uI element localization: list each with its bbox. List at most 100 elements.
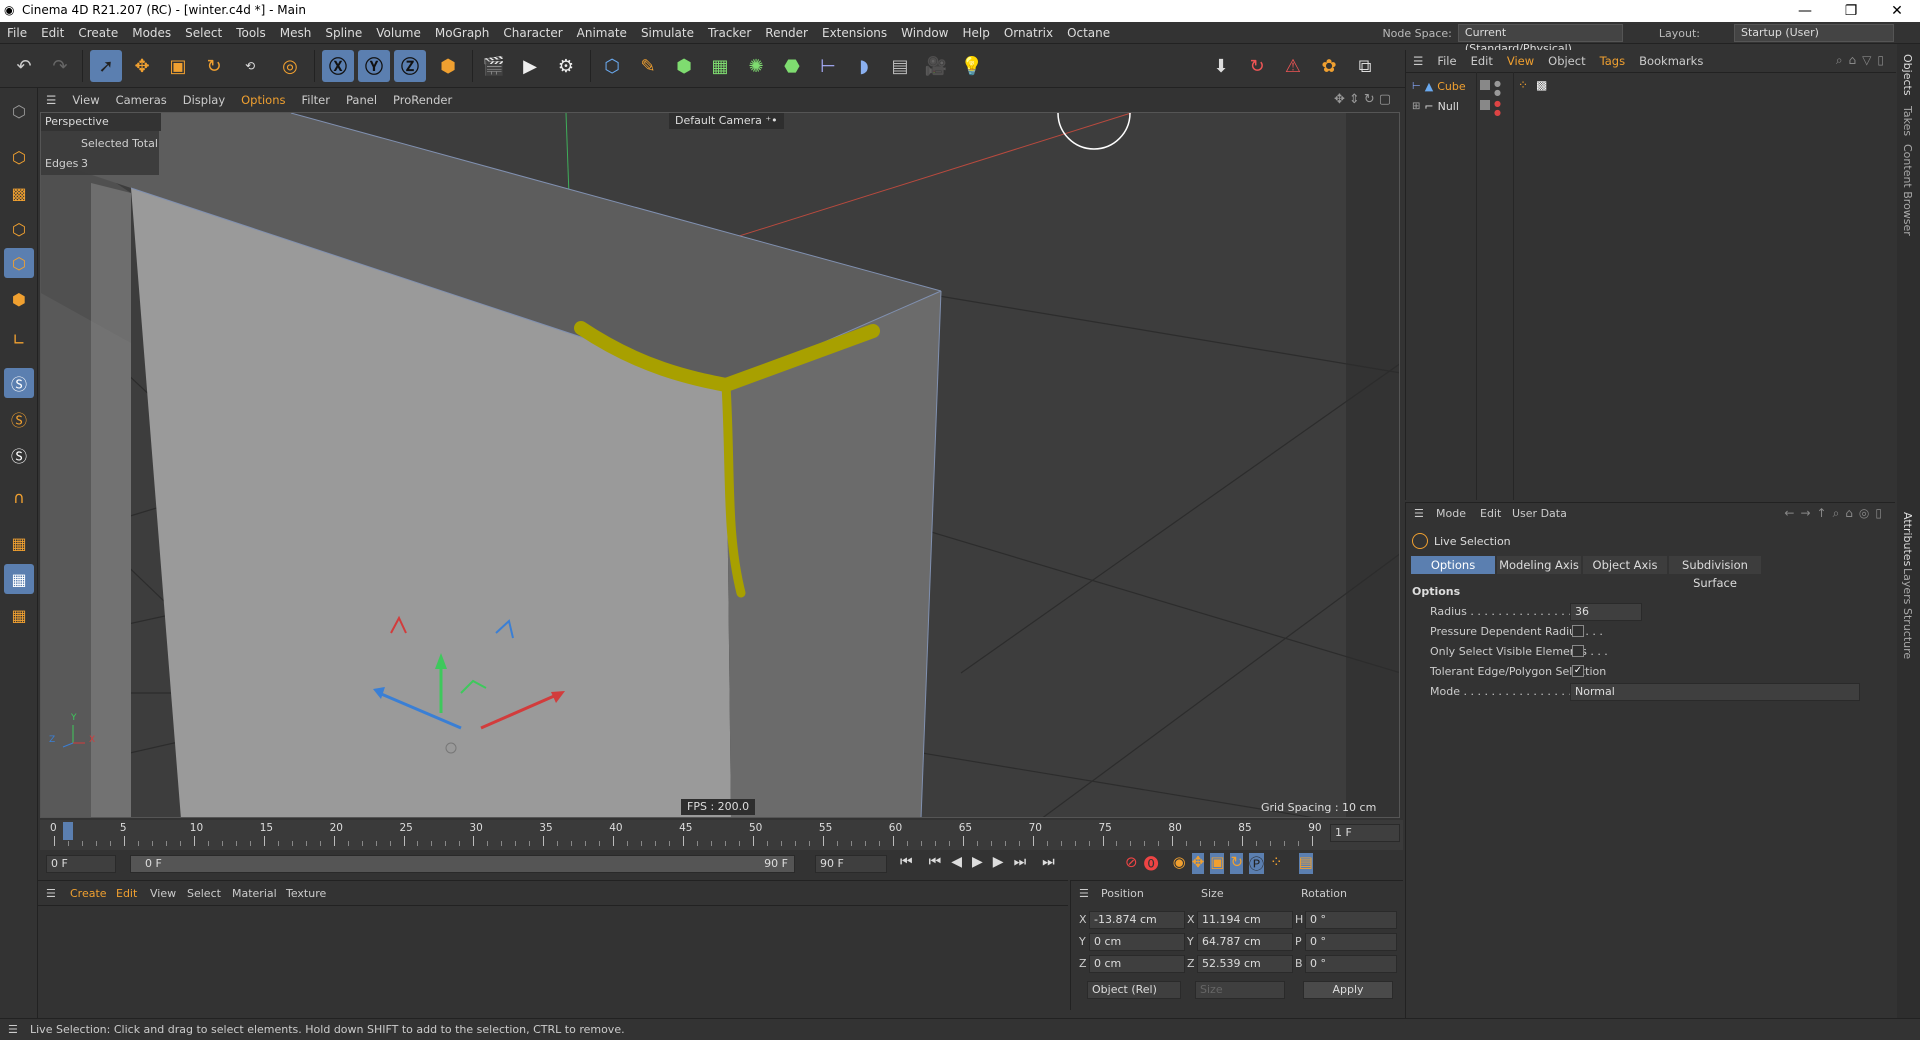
objects-menu-file[interactable]: File bbox=[1430, 50, 1463, 72]
floor-icon[interactable]: ▤ bbox=[884, 50, 916, 82]
viewport-nav-icons[interactable]: ✥⇕↻▢ bbox=[1334, 92, 1395, 107]
material-menu-select[interactable]: Select bbox=[187, 887, 221, 900]
null-dots-icon[interactable]: ● ● bbox=[1494, 99, 1501, 117]
subdivision-icon[interactable]: ⬢ bbox=[668, 50, 700, 82]
start-frame-field[interactable]: 0 F bbox=[46, 855, 116, 873]
minimize-button[interactable]: — bbox=[1782, 0, 1828, 22]
recent-tools-icon[interactable]: ⟲ bbox=[234, 50, 266, 82]
viewport-menu-view[interactable]: View bbox=[64, 88, 107, 112]
scale-icon[interactable]: ▣ bbox=[162, 50, 194, 82]
attributes-menu-edit[interactable]: Edit bbox=[1480, 507, 1501, 520]
material-menu-edit[interactable]: Edit bbox=[116, 887, 137, 900]
menu-extensions[interactable]: Extensions bbox=[815, 22, 894, 44]
side-tab-objects[interactable]: Objects bbox=[1901, 54, 1914, 96]
viewport-menu-options[interactable]: Options bbox=[233, 88, 293, 112]
mode-select[interactable]: Normal bbox=[1570, 683, 1860, 701]
menu-tools[interactable]: Tools bbox=[229, 22, 273, 44]
make-editable-icon[interactable]: ⬡ bbox=[4, 96, 34, 126]
visible-checkbox[interactable] bbox=[1572, 645, 1584, 657]
menu-volume[interactable]: Volume bbox=[369, 22, 428, 44]
timeline-window-icon[interactable]: ▤ bbox=[1298, 853, 1313, 874]
viewport-menu-cameras[interactable]: Cameras bbox=[108, 88, 175, 112]
size-input[interactable]: 52.539 cm bbox=[1197, 955, 1293, 973]
pressure-checkbox[interactable] bbox=[1572, 625, 1584, 637]
material-menu-material[interactable]: Material bbox=[232, 887, 277, 900]
tab-object-axis[interactable]: Object Axis bbox=[1583, 556, 1667, 574]
objects-menu-object[interactable]: Object bbox=[1541, 50, 1592, 72]
octane-tools-icon[interactable]: ⚠ bbox=[1277, 50, 1309, 82]
prev-frame-icon[interactable]: ◀ bbox=[951, 854, 962, 870]
quantize-icon[interactable]: Ⓢ bbox=[4, 440, 34, 470]
octane-window-icon[interactable]: ⧉ bbox=[1349, 50, 1381, 82]
menu-help[interactable]: Help bbox=[956, 22, 997, 44]
objects-menu-edit[interactable]: Edit bbox=[1464, 50, 1500, 72]
snap-icon[interactable]: Ⓢ bbox=[4, 368, 34, 398]
render-view-icon[interactable]: 🎬 bbox=[478, 50, 510, 82]
x-axis-icon[interactable]: Ⓧ bbox=[322, 50, 354, 82]
range-slider[interactable]: 0 F 90 F bbox=[130, 855, 795, 873]
live-selection-icon[interactable]: ➚ bbox=[90, 50, 122, 82]
end-frame-field[interactable]: 90 F bbox=[815, 855, 887, 873]
light-icon[interactable]: 💡 bbox=[956, 50, 988, 82]
octane-live-icon[interactable]: ↻ bbox=[1241, 50, 1273, 82]
z-axis-icon[interactable]: Ⓩ bbox=[394, 50, 426, 82]
null-visibility-icon[interactable] bbox=[1480, 100, 1490, 110]
go-to-end-icon[interactable]: ⏭ bbox=[1042, 854, 1055, 870]
layout-select[interactable]: Startup (User) bbox=[1734, 24, 1894, 42]
menu-tracker[interactable]: Tracker bbox=[701, 22, 758, 44]
field-icon[interactable]: ◗ bbox=[848, 50, 880, 82]
restore-button[interactable]: ❐ bbox=[1828, 0, 1874, 22]
render-picture-viewer-icon[interactable]: ▶ bbox=[514, 50, 546, 82]
points-mode-icon[interactable]: ⬡ bbox=[4, 214, 34, 244]
key-position-icon[interactable]: ✥ bbox=[1191, 853, 1205, 874]
octane-settings-icon[interactable]: ✿ bbox=[1313, 50, 1345, 82]
material-menu-create[interactable]: Create bbox=[70, 887, 107, 900]
coords-hamburger-icon[interactable]: ☰ bbox=[1079, 887, 1089, 900]
position-input[interactable]: 0 cm bbox=[1089, 955, 1185, 973]
objects-menu-view[interactable]: View bbox=[1500, 50, 1541, 72]
move-icon[interactable]: ✥ bbox=[126, 50, 158, 82]
radius-input[interactable]: 36 bbox=[1570, 603, 1642, 621]
expand-icon[interactable]: ⊞ bbox=[1412, 101, 1420, 112]
timeline-playhead[interactable] bbox=[63, 822, 73, 840]
viewport-menu-panel[interactable]: Panel bbox=[338, 88, 385, 112]
tab-subdivision-surface[interactable]: Subdivision Surface bbox=[1669, 556, 1761, 590]
octane-render-icon[interactable]: ⬇ bbox=[1205, 50, 1237, 82]
menu-animate[interactable]: Animate bbox=[570, 22, 634, 44]
render-settings-icon[interactable]: ⚙ bbox=[550, 50, 582, 82]
go-to-start-icon[interactable]: ⏮ bbox=[900, 854, 913, 870]
viewport-menu-filter[interactable]: Filter bbox=[294, 88, 338, 112]
rotation-input[interactable]: 0 ° bbox=[1305, 911, 1397, 929]
cloner-icon[interactable]: ⬣ bbox=[776, 50, 808, 82]
record-icon[interactable]: ⊘ bbox=[1125, 853, 1138, 874]
material-menu-texture[interactable]: Texture bbox=[286, 887, 326, 900]
deformer-icon[interactable]: ⊢ bbox=[812, 50, 844, 82]
current-frame-field[interactable]: 1 F bbox=[1330, 824, 1400, 842]
menu-file[interactable]: File bbox=[0, 22, 34, 44]
tab-modeling-axis[interactable]: Modeling Axis bbox=[1497, 556, 1581, 574]
tolerant-checkbox[interactable]: ✓ bbox=[1572, 665, 1584, 677]
side-tab-structure[interactable]: Structure bbox=[1901, 608, 1914, 659]
next-key-icon[interactable]: ⏭ bbox=[1014, 854, 1027, 870]
texture-tag-icon[interactable]: ▩ bbox=[1536, 78, 1547, 92]
menu-simulate[interactable]: Simulate bbox=[634, 22, 701, 44]
pen-icon[interactable]: ✎ bbox=[632, 50, 664, 82]
menu-modes[interactable]: Modes bbox=[125, 22, 178, 44]
rotation-input[interactable]: 0 ° bbox=[1305, 933, 1397, 951]
menu-edit[interactable]: Edit bbox=[34, 22, 71, 44]
planar-workplane-icon[interactable]: ▦ bbox=[4, 600, 34, 630]
size-input[interactable]: 11.194 cm bbox=[1197, 911, 1293, 929]
menu-create[interactable]: Create bbox=[71, 22, 125, 44]
texture-mode-icon[interactable]: ▩ bbox=[4, 178, 34, 208]
apply-button[interactable]: Apply bbox=[1303, 981, 1393, 999]
magnet-icon[interactable]: ∩ bbox=[4, 482, 34, 512]
object-manager-tools-icon[interactable]: ⌕⌂▽▯ bbox=[1836, 53, 1890, 68]
menu-ornatrix[interactable]: Ornatrix bbox=[997, 22, 1060, 44]
size-mode-select[interactable]: Size bbox=[1195, 981, 1285, 999]
close-button[interactable]: ✕ bbox=[1874, 0, 1920, 22]
cube-icon[interactable]: ⬡ bbox=[596, 50, 628, 82]
key-pla-icon[interactable]: ⁘ bbox=[1270, 853, 1283, 874]
model-mode-icon[interactable]: ⬡ bbox=[4, 142, 34, 172]
side-tab-attributes[interactable]: Attributes bbox=[1901, 512, 1914, 566]
rotate-icon[interactable]: ↻ bbox=[198, 50, 230, 82]
